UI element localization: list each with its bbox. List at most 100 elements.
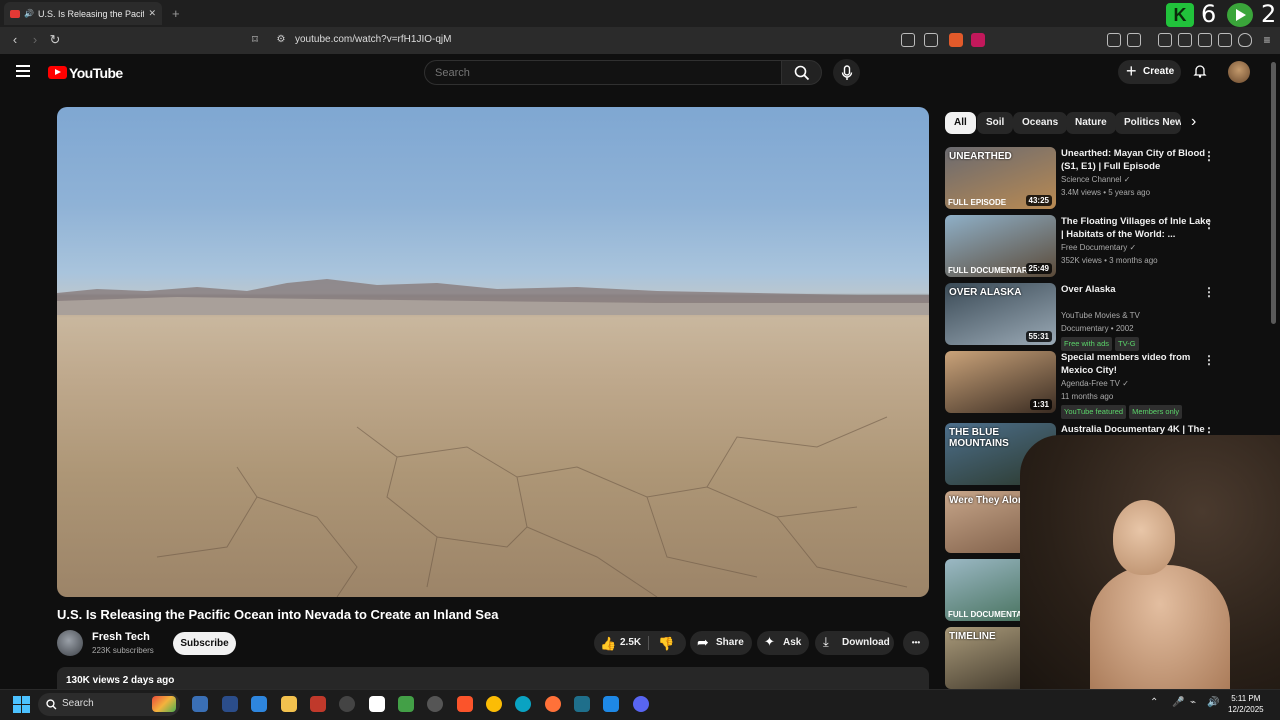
related-channel[interactable]: Agenda-Free TV ✓ [1061, 378, 1129, 390]
tray-chevron-icon[interactable]: ⌃ [1150, 697, 1158, 708]
tab-close-icon[interactable]: ✕ [148, 8, 156, 19]
related-video[interactable]: FULL DOCUMENTARY 25:49 The Floating Villag… [945, 215, 1265, 279]
extensions-icon[interactable] [1107, 33, 1121, 47]
video-frame-mountains [57, 279, 929, 315]
like-icon[interactable]: 👍 [600, 636, 616, 652]
file-explorer-icon[interactable] [281, 696, 297, 712]
voice-search-button[interactable] [833, 59, 860, 86]
related-thumbnail[interactable]: UNEARTHED FULL EPISODE 43:25 [945, 147, 1056, 209]
cast-icon[interactable] [901, 33, 915, 47]
account-avatar[interactable] [1228, 61, 1250, 83]
bookmark-icon[interactable]: ⌑ [246, 31, 264, 49]
taskbar-app-9-icon[interactable] [427, 696, 443, 712]
related-thumbnail[interactable]: FULL DOCUMENTARY 25:49 [945, 215, 1056, 277]
dislike-icon[interactable]: 👎 [658, 636, 674, 652]
related-channel[interactable]: Free Documentary ✓ [1061, 242, 1136, 254]
youtube-logo-icon[interactable] [48, 66, 67, 79]
taskbar-app-1-icon[interactable] [192, 696, 208, 712]
related-title[interactable]: Over Alaska [1061, 283, 1211, 296]
firefox-icon[interactable] [545, 696, 561, 712]
new-tab-button[interactable]: + [172, 6, 180, 21]
browser-toolbar [0, 27, 1280, 54]
tray-mic-icon[interactable]: 🎤 [1172, 697, 1184, 708]
reload-icon[interactable]: ↻ [46, 31, 64, 49]
taskbar-app-2-icon[interactable] [222, 696, 238, 712]
windows-start-icon[interactable] [13, 696, 30, 713]
search-input[interactable] [424, 60, 782, 85]
like-count[interactable]: 2.5K [620, 637, 641, 648]
page-scrollbar[interactable] [1271, 62, 1276, 324]
taskbar-app-14-icon[interactable] [574, 696, 590, 712]
address-bar[interactable]: youtube.com/watch?v=rfH1JIO-qjM [295, 34, 451, 45]
channel-name[interactable]: Fresh Tech [92, 631, 150, 643]
back-icon[interactable]: ‹ [6, 31, 24, 49]
brave-shield-icon[interactable] [949, 33, 963, 47]
vpn-icon[interactable] [1238, 33, 1252, 47]
chip-nature[interactable]: Nature [1066, 112, 1116, 134]
guide-menu-icon[interactable] [16, 65, 30, 80]
chip-politics[interactable]: Politics New [1115, 112, 1181, 134]
related-video[interactable]: UNEARTHED FULL EPISODE 43:25 Unearthed: May… [945, 147, 1265, 211]
related-title[interactable]: Unearthed: Mayan City of Blood (S1, E1) … [1061, 147, 1211, 173]
search-highlight-icon [152, 696, 176, 712]
related-title[interactable]: The Floating Villages of Inle Lake | Hab… [1061, 215, 1211, 241]
related-channel[interactable]: Science Channel ✓ [1061, 174, 1130, 186]
create-button[interactable]: Create [1118, 60, 1181, 84]
taskbar-clock[interactable]: 5:11 PM 12/2/2025 [1228, 693, 1264, 715]
chip-oceans[interactable]: Oceans [1013, 112, 1068, 134]
edge-icon[interactable] [515, 696, 531, 712]
thumbnail-text: OVER ALASKA [949, 287, 1022, 298]
related-more-icon[interactable]: ⋮ [1203, 353, 1215, 367]
taskbar-app-5-icon[interactable] [310, 696, 326, 712]
leo-ai-icon[interactable] [1218, 33, 1232, 47]
related-video[interactable]: 1:31 Special members video from Mexico Ci… [945, 351, 1265, 419]
brave-icon[interactable] [457, 696, 473, 712]
browser-menu-icon[interactable]: ≡ [1258, 31, 1276, 49]
discord-icon[interactable] [633, 696, 649, 712]
sidebar-icon[interactable] [1178, 33, 1192, 47]
chip-soil[interactable]: Soil [977, 112, 1014, 134]
taskbar-app-6-icon[interactable] [339, 696, 355, 712]
taskbar-app-8-icon[interactable] [398, 696, 414, 712]
download-icon: ⤓ [823, 634, 829, 649]
screenshot-icon[interactable] [1127, 33, 1141, 47]
related-thumbnail[interactable]: OVER ALASKA 55:31 [945, 283, 1056, 345]
notifications-icon[interactable] [1193, 64, 1207, 78]
site-info-icon[interactable]: ⚙ [272, 31, 290, 49]
channel-avatar[interactable] [57, 630, 83, 656]
related-more-icon[interactable]: ⋮ [1203, 217, 1215, 231]
related-channel[interactable]: YouTube Movies & TV [1061, 310, 1140, 322]
chrome-icon[interactable] [486, 696, 502, 712]
brave-rewards-icon[interactable] [971, 33, 985, 47]
extension-k-icon[interactable]: K [1166, 3, 1194, 27]
chip-all[interactable]: All [945, 112, 976, 134]
subscribe-button[interactable]: Subscribe [173, 632, 236, 655]
forward-icon[interactable]: › [26, 31, 44, 49]
browser-tab-strip [0, 0, 1280, 27]
related-more-icon[interactable]: ⋮ [1203, 149, 1215, 163]
tray-volume-icon[interactable]: 🔊 [1207, 697, 1219, 708]
related-meta: Documentary • 2002 [1061, 324, 1134, 333]
more-actions-button[interactable]: ••• [903, 631, 929, 655]
browser-tab[interactable]: 🔊 U.S. Is Releasing the Pacific O ✕ [4, 2, 162, 25]
related-more-icon[interactable]: ⋮ [1203, 285, 1215, 299]
taskbar-app-3-icon[interactable] [251, 696, 267, 712]
wallet-icon[interactable] [1198, 33, 1212, 47]
video-player[interactable] [57, 107, 929, 597]
chips-next-icon[interactable]: › [1191, 113, 1196, 131]
taskbar-app-7-icon[interactable] [369, 696, 385, 712]
youtube-logo-text[interactable]: YouTube [69, 65, 123, 81]
microphone-icon [841, 64, 852, 80]
taskbar-search[interactable]: Search [38, 693, 180, 716]
share-page-icon[interactable] [924, 33, 938, 47]
duration-badge: 1:31 [1029, 399, 1052, 410]
media-icon[interactable] [1158, 33, 1172, 47]
related-thumbnail[interactable]: 1:31 [945, 351, 1056, 413]
related-title[interactable]: Special members video from Mexico City! [1061, 351, 1211, 377]
extension-play-icon[interactable] [1227, 3, 1253, 27]
tray-network-icon[interactable]: ⌁ [1190, 697, 1196, 708]
related-video[interactable]: OVER ALASKA 55:31 Over Alaska YouTube Movie… [945, 283, 1265, 351]
search-button[interactable] [781, 60, 822, 85]
related-badge: Free with ads [1061, 337, 1113, 351]
vscode-icon[interactable] [603, 696, 619, 712]
